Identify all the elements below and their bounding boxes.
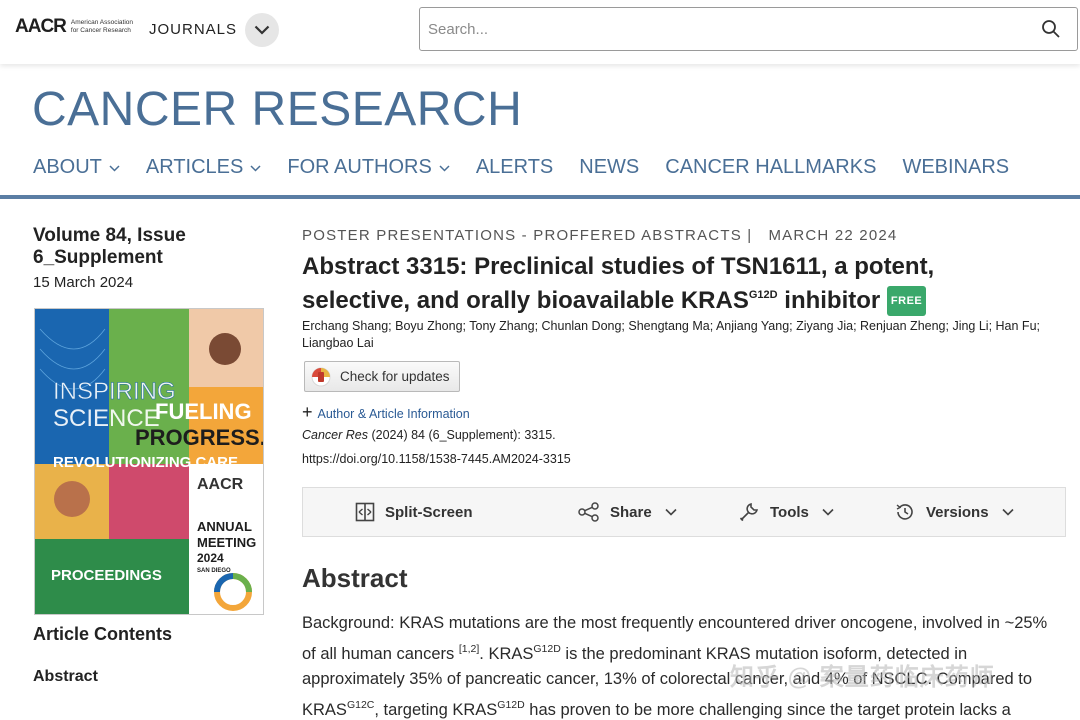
journals-label[interactable]: JOURNALS — [149, 21, 237, 38]
cover-year: 2024 — [197, 551, 224, 565]
nav-item-label: CANCER HALLMARKS — [665, 156, 877, 178]
share-icon — [578, 502, 599, 522]
article-title-suffix: inhibitor — [777, 287, 887, 314]
history-icon — [896, 504, 913, 520]
aacr-logo-mark: AACR — [15, 16, 67, 37]
nav-item-alerts[interactable]: ALERTS — [476, 156, 553, 179]
article-date: MARCH 22 2024 — [768, 227, 898, 244]
cover-artwork: INSPIRING SCIENCE FUELING PROGRESS. REVO… — [35, 309, 264, 614]
chevron-down-icon — [665, 508, 677, 516]
article-title-superscript: G12D — [748, 289, 778, 301]
share-button[interactable]: Share — [578, 488, 677, 536]
tools-label: Tools — [770, 503, 809, 521]
abstract-superscript: G12D — [497, 698, 525, 711]
abstract-segment: has proven to be more challenging since … — [524, 700, 1011, 719]
top-bar: AACR American Association for Cancer Res… — [0, 0, 1080, 64]
article-contents-heading: Article Contents — [33, 624, 173, 644]
check-for-updates-button[interactable]: Check for updates — [304, 361, 460, 392]
chevron-down-icon — [1001, 508, 1014, 516]
toc-item-abstract[interactable]: Abstract — [33, 668, 98, 686]
cover-city: SAN DIEGO — [197, 568, 231, 574]
split-screen-label: Split-Screen — [385, 503, 473, 521]
article-title: Abstract 3315: Preclinical studies of TS… — [302, 252, 1002, 316]
aacr-logo[interactable]: AACR American Association for Cancer Res… — [15, 16, 141, 38]
main-nav: ABOUT ARTICLES FOR AUTHORS ALERTS NEWS C… — [33, 156, 1035, 179]
journals-dropdown-button[interactable] — [245, 13, 279, 47]
share-label: Share — [610, 503, 652, 521]
issue-date: 15 March 2024 — [33, 274, 134, 291]
check-for-updates-label: Check for updates — [340, 369, 450, 384]
issue-volume[interactable]: Volume 84, Issue 6_Supplement — [33, 225, 233, 269]
search-icon[interactable] — [1041, 19, 1061, 39]
cover-line3: FUELING — [155, 399, 252, 424]
cover-annual: ANNUAL — [197, 519, 252, 534]
nav-item-news[interactable]: NEWS — [579, 156, 639, 179]
author-article-info-label: Author & Article Information — [317, 406, 470, 421]
issue-cover-image[interactable]: INSPIRING SCIENCE FUELING PROGRESS. REVO… — [34, 308, 264, 615]
abstract-heading: Abstract — [302, 563, 408, 593]
author-article-info-toggle[interactable]: + Author & Article Information — [302, 402, 470, 423]
watermark: 知乎 @ 案量药临床药师 — [730, 664, 995, 691]
article-category-line: POSTER PRESENTATIONS - PROFFERED ABSTRAC… — [302, 227, 897, 244]
cover-line5: REVOLUTIONIZING CARE. — [53, 454, 242, 471]
free-badge: FREE — [886, 286, 927, 316]
chevron-down-icon — [250, 165, 261, 172]
article-toolbar: Split-Screen Share Tools Versions — [302, 487, 1066, 537]
chevron-down-icon — [439, 165, 450, 172]
split-screen-icon — [355, 502, 375, 522]
nav-item-webinars[interactable]: WEBINARS — [902, 156, 1009, 179]
journal-title[interactable]: CANCER RESEARCH — [32, 82, 522, 137]
nav-item-label: ALERTS — [475, 156, 554, 178]
versions-label: Versions — [926, 503, 989, 521]
nav-item-label: WEBINARS — [902, 156, 1010, 178]
nav-item-label: FOR AUTHORS — [287, 156, 432, 178]
nav-item-cancer-hallmarks[interactable]: CANCER HALLMARKS — [665, 156, 876, 179]
chevron-down-icon — [254, 25, 270, 35]
cover-proceedings: PROCEEDINGS — [51, 567, 162, 584]
cover-aacr: AACR — [197, 476, 244, 493]
abstract-superscript: G12C — [346, 698, 375, 711]
cover-meeting: MEETING — [197, 535, 256, 550]
search-input[interactable] — [428, 16, 1018, 42]
nav-item-articles[interactable]: ARTICLES — [146, 156, 261, 179]
article-category: POSTER PRESENTATIONS - PROFFERED ABSTRAC… — [302, 227, 753, 244]
versions-button[interactable]: Versions — [894, 488, 1014, 536]
citation: Cancer Res (2024) 84 (6_Supplement): 331… — [302, 428, 556, 442]
nav-item-about[interactable]: ABOUT — [33, 156, 120, 179]
search-box — [419, 7, 1078, 51]
wrench-icon — [739, 502, 759, 522]
abstract-segment: , targeting KRAS — [374, 700, 498, 719]
reference-link[interactable]: [1,2] — [459, 643, 479, 655]
nav-item-label: NEWS — [579, 156, 640, 178]
chevron-down-icon — [109, 165, 120, 172]
nav-item-for-authors[interactable]: FOR AUTHORS — [287, 156, 450, 179]
split-screen-button[interactable]: Split-Screen — [355, 488, 473, 536]
nav-divider — [0, 195, 1080, 199]
citation-journal: Cancer Res — [302, 428, 368, 442]
nav-item-label: ABOUT — [33, 156, 102, 178]
author-list[interactable]: Erchang Shang; Boyu Zhong; Tony Zhang; C… — [302, 318, 1042, 351]
abstract-segment: . KRAS — [479, 644, 534, 663]
crossmark-icon — [311, 367, 331, 386]
citation-details: (2024) 84 (6_Supplement): 3315. — [368, 428, 556, 442]
abstract-superscript: G12D — [533, 642, 561, 655]
doi-link[interactable]: https://doi.org/10.1158/1538-7445.AM2024… — [302, 452, 571, 466]
cover-line4: PROGRESS. — [135, 425, 264, 450]
aacr-logo-subtext: American Association for Cancer Research — [70, 19, 134, 34]
chevron-down-icon — [822, 508, 834, 516]
tools-button[interactable]: Tools — [738, 488, 834, 536]
plus-icon: + — [302, 402, 313, 422]
nav-item-label: ARTICLES — [145, 156, 244, 178]
